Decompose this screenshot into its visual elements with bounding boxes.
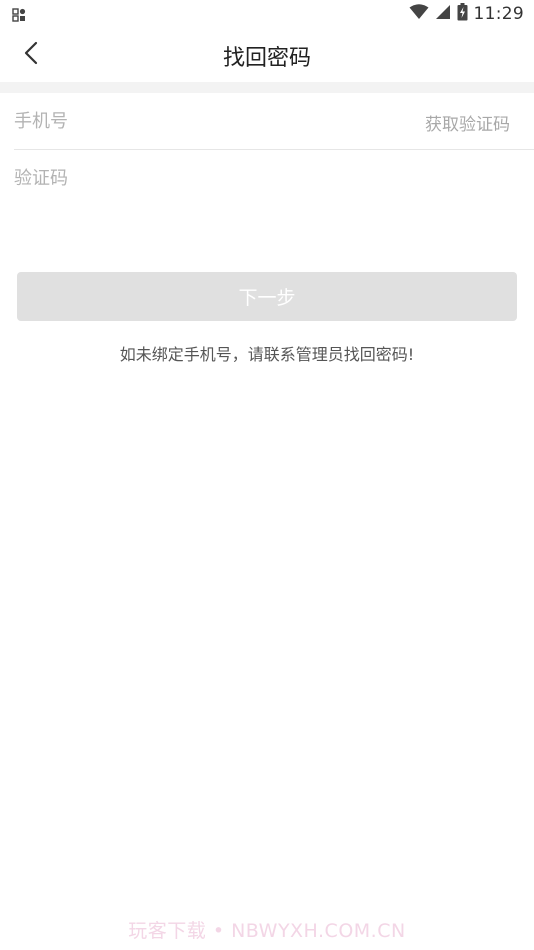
hint-text: 如未绑定手机号，请联系管理员找回密码! <box>119 345 415 364</box>
page-title: 找回密码 <box>222 46 311 71</box>
wifi-icon <box>409 4 429 24</box>
battery-icon <box>457 3 468 25</box>
notification-grid-icon <box>12 7 26 22</box>
status-time: 11:29 <box>473 4 524 24</box>
section-divider <box>0 82 534 93</box>
watermark: 玩客下载 • NBWYXH.COM.CN <box>128 920 406 942</box>
phone-input[interactable] <box>14 93 394 149</box>
verification-code-input[interactable] <box>14 150 394 206</box>
next-button[interactable]: 下一步 <box>17 272 517 321</box>
code-row <box>0 150 534 207</box>
nav-bar: 找回密码 <box>0 28 534 82</box>
reset-password-form: 获取验证码 <box>0 93 534 207</box>
status-icons: 11:29 <box>409 3 525 25</box>
get-code-button[interactable]: 获取验证码 <box>425 110 510 135</box>
status-bar: 11:29 <box>0 0 534 28</box>
phone-row: 获取验证码 <box>14 93 534 150</box>
signal-icon <box>435 4 451 24</box>
